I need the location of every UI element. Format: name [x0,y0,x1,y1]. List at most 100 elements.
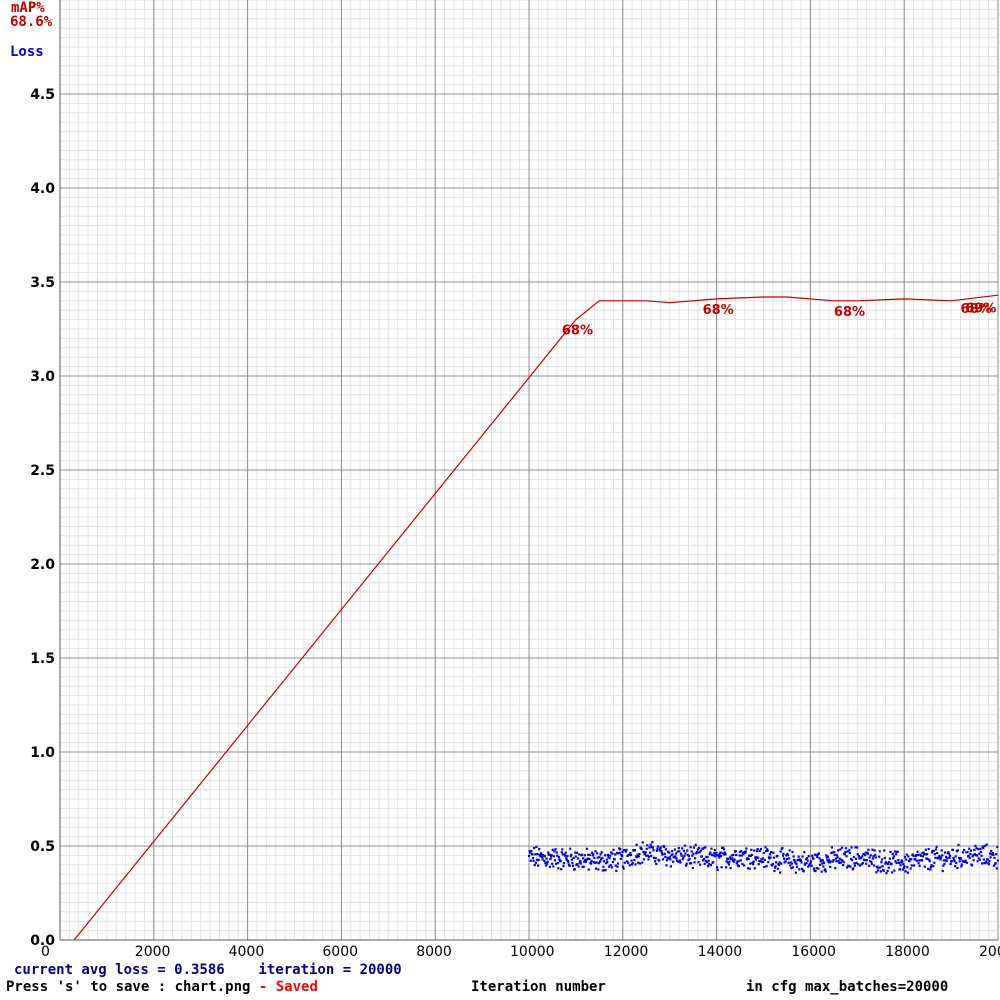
loss-point [767,860,770,864]
loss-point [817,852,821,855]
loss-point [661,858,665,861]
loss-point [754,858,758,861]
loss-point [775,861,778,864]
loss-point [716,868,719,871]
loss-point [925,853,929,856]
loss-point [985,843,988,846]
loss-point [940,849,943,852]
loss-point [583,854,586,857]
loss-point [814,869,817,873]
loss-point [785,857,788,861]
loss-point [888,860,891,864]
loss-point [566,854,569,858]
loss-point [960,863,963,866]
loss-point [835,860,838,863]
loss-point [536,853,539,856]
loss-point [902,863,905,866]
y-tick-label: 2.0 [30,557,55,573]
loss-point [678,850,681,853]
loss-point [742,864,746,867]
loss-point [969,849,972,852]
loss-point [707,859,710,862]
loss-point [709,864,712,867]
loss-point [590,859,593,863]
y-axis-ticks: 0.00.51.01.52.02.53.03.54.04.5 [30,87,55,949]
x-axis-ticks: 0 2000 4000 6000 8000 10000 12000 14000 16000 180… [41,944,1000,960]
loss-point [535,845,538,849]
loss-point [912,854,915,857]
loss-point [762,851,765,855]
y-tick-label: 0.5 [30,839,55,855]
loss-point [879,866,882,869]
loss-point [830,846,833,849]
map-data-label: 69% [965,301,996,316]
loss-point [897,858,900,862]
loss-point [994,862,997,865]
loss-point [845,855,848,858]
x-tick-label: 10000 [510,944,555,960]
loss-point [706,865,710,868]
loss-point [903,855,907,859]
loss-point [968,856,971,859]
loss-point [649,843,652,846]
loss-point [786,854,790,857]
loss-point [589,862,593,865]
loss-point [957,843,960,847]
loss-point [634,863,637,866]
loss-point [670,850,674,853]
loss-point [885,872,888,875]
loss-point [965,861,969,864]
loss-point [745,847,748,850]
loss-point [993,856,996,860]
loss-point [621,850,624,854]
loss-point [982,847,985,850]
loss-point [688,857,691,860]
loss-point [533,864,536,867]
loss-point [799,859,803,862]
loss-point [620,855,624,858]
loss-point [720,866,723,869]
loss-point [569,847,572,850]
loss-point [585,847,589,850]
loss-point [972,859,975,862]
loss-point [646,844,649,847]
loss-point [797,855,800,858]
loss-point [777,863,781,867]
loss-point [770,851,773,854]
loss-point [822,861,826,864]
loss-point [654,857,657,860]
loss-point [552,865,555,868]
loss-point [735,853,738,857]
loss-point [844,847,848,850]
loss-point [621,865,625,868]
y-tick-label: 3.5 [30,275,55,291]
loss-point [659,846,662,849]
loss-point [538,848,541,851]
loss-point [549,858,552,861]
loss-point [602,865,605,868]
loss-point [619,848,622,851]
legend-loss-label: Loss [10,44,44,60]
loss-point [576,857,580,860]
loss-point [753,867,756,870]
loss-point [613,858,616,861]
loss-point [534,861,537,864]
loss-point [674,855,677,858]
loss-point [679,861,682,864]
loss-point [817,867,820,870]
loss-point [529,859,532,862]
loss-point [733,858,736,861]
loss-point [776,854,779,857]
loss-point [598,856,601,859]
loss-point [751,863,755,866]
loss-point [955,861,958,864]
loss-point [779,850,782,853]
loss-point [906,871,909,874]
loss-point [763,865,766,869]
loss-point [603,854,607,857]
loss-point [946,857,949,860]
loss-point [546,862,549,865]
loss-point [763,858,767,861]
loss-point [690,862,693,865]
loss-point [608,857,611,860]
